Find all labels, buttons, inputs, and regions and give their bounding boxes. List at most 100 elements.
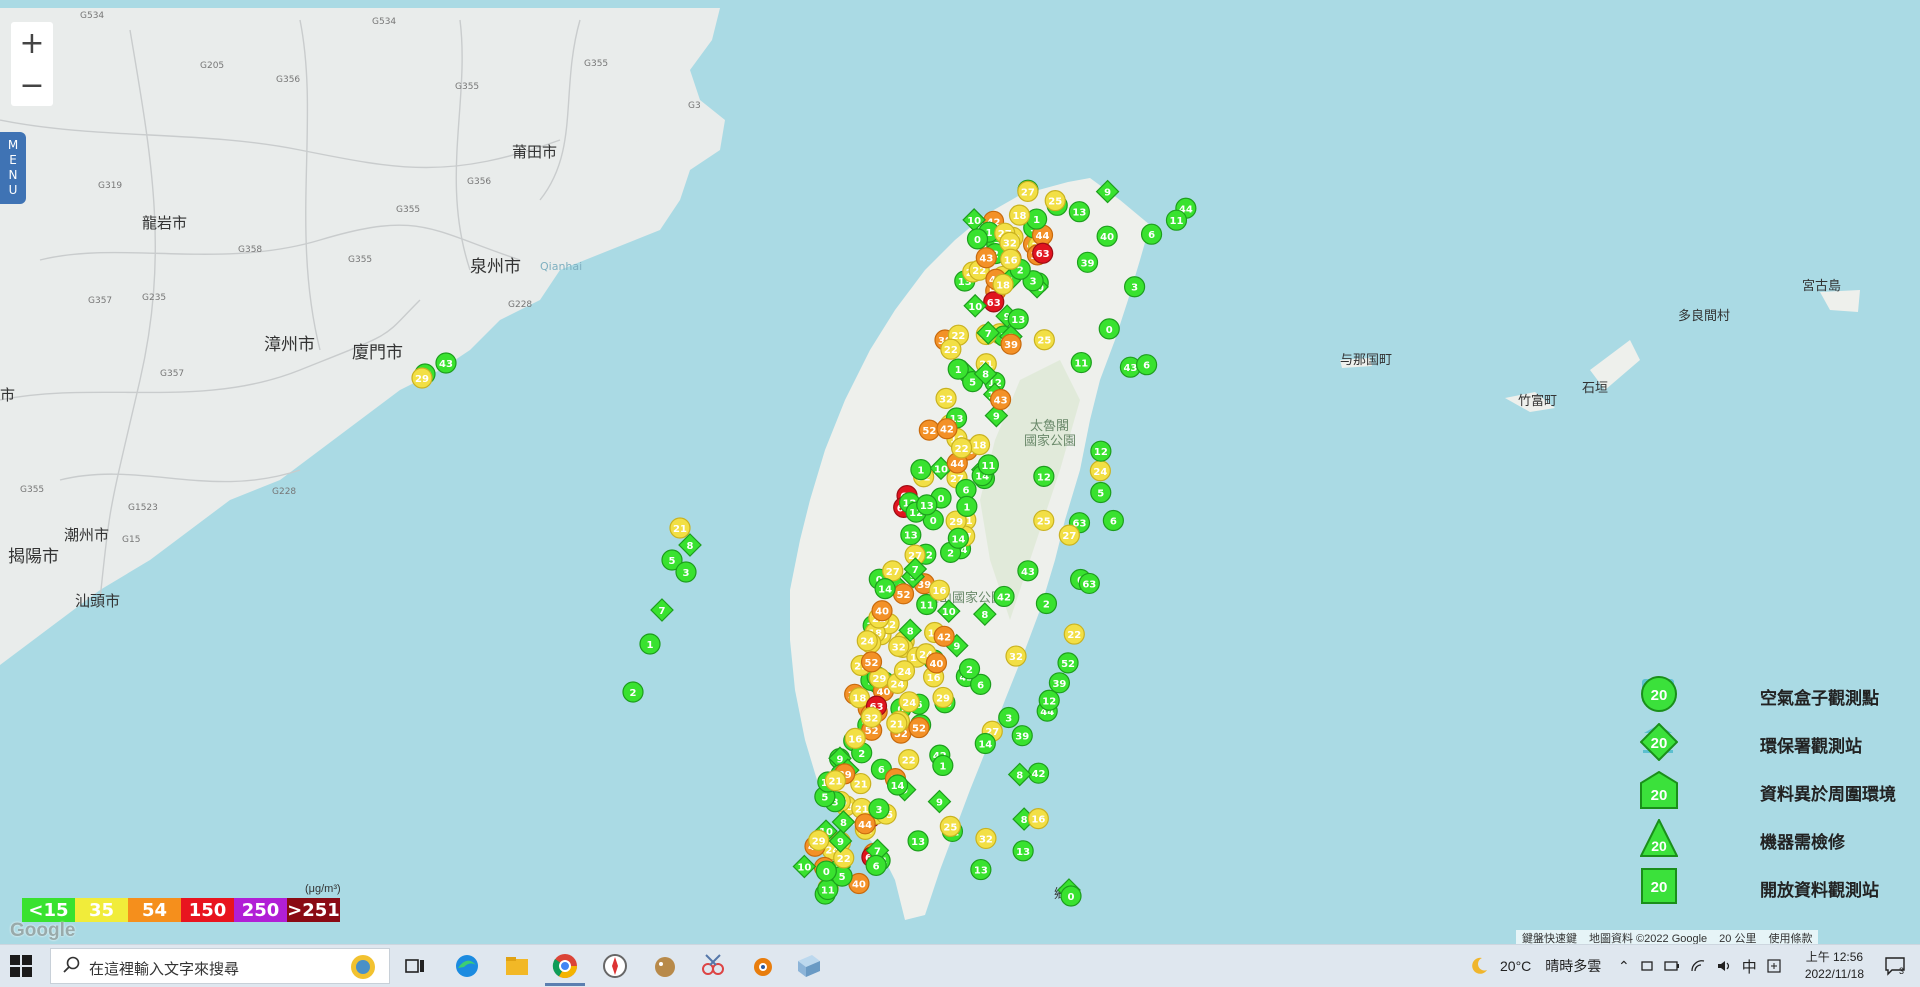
battery-icon[interactable] — [1664, 959, 1680, 973]
aqi-marker[interactable]: 42 — [936, 418, 958, 440]
aqi-marker[interactable]: 18 — [1008, 204, 1031, 226]
aqi-marker[interactable]: 22 — [833, 847, 855, 869]
aqi-marker[interactable]: 13 — [1007, 308, 1029, 330]
zoom-out-button[interactable]: − — [11, 64, 53, 106]
aqi-marker[interactable]: 29 — [808, 829, 830, 852]
chrome-browser-icon[interactable] — [550, 951, 580, 981]
aqi-marker[interactable]: 39 — [1011, 725, 1033, 747]
terms-link[interactable]: 使用條款 — [1768, 930, 1812, 944]
aqi-marker[interactable]: 25 — [1033, 329, 1055, 351]
aqi-marker[interactable]: 43 — [1017, 560, 1039, 582]
aqi-marker[interactable]: 21 — [669, 517, 691, 539]
aqi-marker[interactable]: 3 — [675, 561, 697, 583]
aqi-marker[interactable]: 24 — [1089, 460, 1111, 482]
edge-browser-icon[interactable] — [452, 951, 482, 981]
aqi-marker[interactable]: 29 — [411, 367, 433, 389]
aqi-marker[interactable]: 52 — [908, 716, 930, 739]
map-canvas[interactable]: G534 G534 G355 G356 G355 G205 G356 G319 … — [0, 0, 1920, 944]
volume-icon[interactable] — [1716, 959, 1732, 973]
aqi-marker[interactable]: 5 — [1090, 481, 1112, 504]
taskbar-search-box[interactable]: 在這裡輸入文字來搜尋 — [50, 948, 390, 984]
aqi-marker[interactable]: 29 — [932, 686, 954, 709]
aqi-marker[interactable]: 1 — [639, 633, 661, 655]
aqi-marker[interactable]: 0 — [966, 228, 989, 250]
aqi-marker[interactable]: 16 — [844, 727, 866, 749]
aqi-marker[interactable]: 63 — [983, 291, 1005, 313]
aqi-marker[interactable]: 22 — [950, 437, 973, 459]
aqi-marker[interactable]: 25 — [1033, 509, 1055, 532]
aqi-marker[interactable]: 16 — [928, 579, 950, 601]
aqi-marker[interactable]: 6 — [1140, 223, 1163, 245]
aqi-marker[interactable]: 12 — [1090, 440, 1112, 462]
aqi-marker[interactable]: 14 — [874, 578, 896, 600]
input-mode-icon[interactable] — [1767, 959, 1781, 973]
blender-app-icon[interactable] — [746, 951, 776, 981]
wifi-icon[interactable] — [1690, 959, 1706, 973]
aqi-marker[interactable]: 43 — [435, 352, 457, 374]
aqi-marker[interactable]: 40 — [925, 652, 948, 674]
aqi-marker[interactable]: 10 — [792, 854, 817, 879]
aqi-marker[interactable]: 2 — [622, 681, 644, 703]
aqi-marker[interactable]: 27 — [882, 560, 904, 582]
windows-start-icon[interactable] — [10, 955, 32, 977]
snip-tool-icon[interactable] — [698, 951, 728, 981]
aqi-marker[interactable]: 63 — [1078, 572, 1100, 595]
aqi-marker[interactable]: 22 — [940, 338, 962, 360]
search-highlight-icon[interactable] — [349, 953, 377, 981]
aqi-marker[interactable]: 52 — [918, 419, 940, 441]
aqi-marker[interactable]: 14 — [974, 732, 996, 755]
aqi-marker[interactable]: 6 — [1136, 354, 1158, 376]
aqi-marker[interactable]: 42 — [993, 585, 1015, 608]
aqi-marker[interactable]: 43 — [989, 388, 1012, 411]
aqi-marker[interactable]: 14 — [947, 527, 969, 549]
aqi-marker[interactable]: 8 — [1007, 762, 1032, 787]
aqi-marker[interactable]: 39 — [1048, 672, 1071, 694]
aqi-marker[interactable]: 18 — [992, 273, 1014, 295]
aqi-marker[interactable]: 52 — [860, 651, 883, 673]
aqi-marker[interactable]: 18 — [968, 434, 991, 456]
aqi-marker[interactable]: 16 — [1027, 808, 1049, 830]
aqi-marker[interactable]: 52 — [1057, 652, 1079, 674]
aqi-marker[interactable]: 2 — [958, 658, 981, 680]
aqi-marker[interactable]: 6 — [1102, 509, 1124, 532]
aqi-marker[interactable]: 0 — [1060, 885, 1082, 907]
meet-now-icon[interactable] — [1640, 959, 1654, 973]
aqi-marker[interactable]: 1 — [932, 754, 954, 777]
keyboard-shortcuts-link[interactable]: 鍵盤快速鍵 — [1522, 930, 1577, 944]
aqi-marker[interactable]: 21 — [824, 770, 847, 792]
aqi-marker[interactable]: 24 — [898, 691, 920, 713]
aqi-marker[interactable]: 42 — [1027, 762, 1050, 784]
ime-indicator[interactable]: 中 — [1742, 956, 1757, 977]
map-scale-bar[interactable]: 20 公里 — [1719, 930, 1756, 944]
zoom-in-button[interactable]: + — [11, 22, 53, 65]
chevron-up-icon[interactable]: ⌃ — [1618, 958, 1630, 975]
menu-tab[interactable]: MENU — [0, 132, 26, 204]
weather-widget[interactable]: 20°C 晴時多雲 — [1468, 945, 1601, 987]
aqi-marker[interactable]: 11 — [977, 454, 999, 476]
aqi-marker[interactable]: 40 — [871, 600, 893, 622]
aqi-marker[interactable]: 63 — [1032, 242, 1054, 264]
aqi-marker[interactable]: 13 — [1068, 201, 1090, 223]
aqi-marker[interactable]: 16 — [999, 248, 1022, 270]
aqi-marker[interactable]: 3 — [868, 798, 890, 820]
cube-app-icon[interactable] — [794, 951, 824, 981]
aqi-marker[interactable]: 3 — [998, 706, 1020, 729]
aqi-marker[interactable]: 13 — [900, 524, 922, 546]
aqi-marker[interactable]: 52 — [892, 583, 915, 605]
aqi-marker[interactable]: 1 — [910, 459, 932, 481]
aqi-marker[interactable]: 21 — [886, 712, 908, 734]
aqi-marker[interactable]: 32 — [888, 635, 910, 657]
aqi-marker[interactable]: 0 — [815, 860, 837, 882]
aqi-marker[interactable]: 13 — [916, 494, 938, 516]
aqi-marker[interactable]: 7 — [650, 598, 674, 622]
aqi-marker[interactable]: 25 — [1044, 190, 1066, 212]
task-view-icon[interactable] — [400, 951, 430, 981]
aqi-marker[interactable]: 42 — [933, 625, 955, 647]
aqi-marker[interactable]: 1 — [947, 358, 969, 380]
aqi-marker[interactable]: 25 — [939, 815, 961, 837]
aqi-marker[interactable]: 11 — [1165, 209, 1188, 231]
aqi-marker[interactable]: 13 — [970, 858, 992, 881]
aqi-marker[interactable]: 22 — [898, 749, 920, 771]
aqi-marker[interactable]: 14 — [886, 774, 909, 796]
aqi-marker[interactable]: 32 — [860, 706, 883, 728]
